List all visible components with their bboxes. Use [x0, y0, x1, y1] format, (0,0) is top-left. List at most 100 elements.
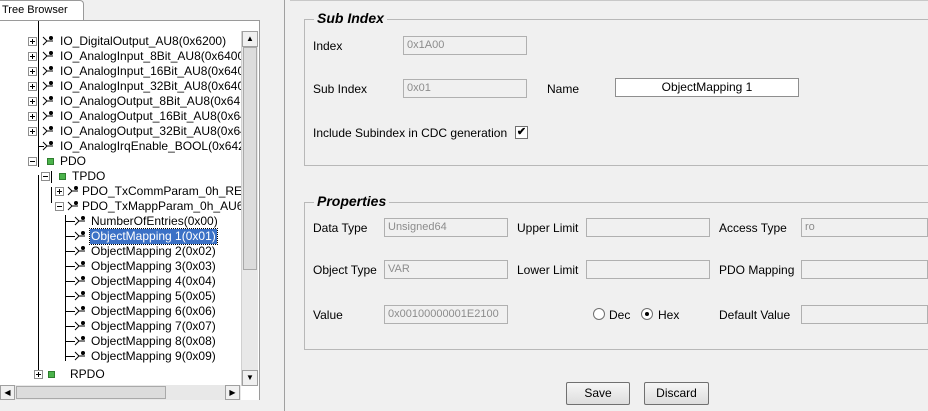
- tree-item-label: RPDO: [70, 367, 105, 381]
- tree-browser-tab[interactable]: Tree Browser: [0, 0, 84, 20]
- data-type-field: Unsigned64: [384, 218, 508, 237]
- object-node-icon: [42, 36, 53, 46]
- name-label: Name: [547, 82, 580, 96]
- tree-item-label: IO_AnalogInput_16Bit_AU8(0x6401: [60, 64, 251, 78]
- expand-icon[interactable]: [28, 97, 37, 106]
- object-node-icon: [67, 201, 78, 211]
- tree-line: [38, 175, 39, 375]
- object-editor-pane: Sub Index Index 0x1A00 Sub Index 0x01 Na…: [290, 0, 928, 411]
- upper-limit-label: Upper Limit: [517, 221, 579, 235]
- default-value-field: [801, 305, 928, 324]
- subindex-field: 0x01: [403, 79, 527, 98]
- scroll-right-icon[interactable]: ▶: [225, 385, 240, 400]
- tree-item-label: ObjectMapping 9(0x09): [91, 349, 216, 363]
- object-node-icon: [67, 186, 78, 196]
- upper-limit-field: [586, 218, 710, 237]
- lower-limit-field: [586, 260, 710, 279]
- value-label: Value: [313, 308, 343, 322]
- scrollbar-thumb[interactable]: [16, 386, 166, 399]
- include-cdc-label: Include Subindex in CDC generation: [313, 126, 508, 140]
- object-node-icon: [74, 231, 85, 241]
- subindex-label: Sub Index: [313, 82, 368, 96]
- sub-index-title: Sub Index: [314, 10, 387, 26]
- tree-line: [51, 187, 52, 203]
- tree-item-label: IO_AnalogInput_8Bit_AU8(0x6400): [60, 49, 249, 63]
- folder-icon: [59, 173, 66, 180]
- pdo-mapping-label: PDO Mapping: [719, 263, 795, 277]
- object-node-icon: [74, 306, 85, 316]
- tree-item-label: ObjectMapping 6(0x06): [91, 304, 216, 318]
- object-node-icon: [74, 291, 85, 301]
- scrollbar-thumb[interactable]: [243, 47, 257, 270]
- collapse-icon[interactable]: [55, 202, 64, 211]
- tree-item-label: IO_AnalogOutput_8Bit_AU8(0x641: [60, 94, 247, 108]
- tree-item-label: ObjectMapping 4(0x04): [91, 274, 216, 288]
- expand-icon[interactable]: [55, 187, 64, 196]
- expand-icon[interactable]: [28, 67, 37, 76]
- tree-vertical-scrollbar[interactable]: ▲ ▼: [241, 31, 258, 386]
- tree-browser-pane: Tree Browser IO_DigitalOutput_AU8(0x6200…: [0, 0, 284, 411]
- expand-icon[interactable]: [28, 82, 37, 91]
- data-type-label: Data Type: [313, 221, 368, 235]
- tree-item-label: IO_AnalogIrqEnable_BOOL(0x6423: [60, 139, 252, 153]
- object-node-icon: [74, 246, 85, 256]
- discard-button[interactable]: Discard: [644, 382, 709, 405]
- hex-radio[interactable]: [641, 308, 653, 320]
- folder-icon: [47, 158, 54, 165]
- scroll-up-icon[interactable]: ▲: [242, 31, 258, 47]
- tree-item-label: ObjectMapping 8(0x08): [91, 334, 216, 348]
- tree-item-label: PDO_TxCommParam_0h_REC: [82, 184, 251, 198]
- expand-icon[interactable]: [28, 52, 37, 61]
- object-node-icon: [74, 216, 85, 226]
- object-type-field: VAR: [384, 260, 508, 279]
- object-node-icon: [74, 351, 85, 361]
- pdo-mapping-field: [801, 260, 928, 279]
- tree-view[interactable]: IO_DigitalOutput_AU8(0x6200) IO_AnalogIn…: [0, 20, 260, 400]
- object-node-icon: [42, 66, 53, 76]
- include-cdc-checkbox[interactable]: ✔: [515, 126, 528, 139]
- tree-item-label: TPDO: [72, 169, 106, 183]
- tree-item-label: PDO_TxMappParam_0h_AU64: [82, 199, 251, 213]
- object-type-label: Object Type: [313, 263, 377, 277]
- tree-item-label: ObjectMapping 2(0x02): [91, 244, 216, 258]
- tree-item-label: ObjectMapping 1(0x01): [89, 228, 218, 245]
- object-node-icon: [74, 321, 85, 331]
- object-node-icon: [42, 81, 53, 91]
- tree-item-label: IO_DigitalOutput_AU8(0x6200): [60, 34, 227, 48]
- access-type-field: ro: [801, 218, 928, 237]
- object-node-icon: [42, 126, 53, 136]
- object-node-icon: [74, 276, 85, 286]
- scroll-down-icon[interactable]: ▼: [242, 370, 258, 386]
- dec-radio[interactable]: [593, 308, 605, 320]
- tree-item-label: PDO: [60, 154, 87, 168]
- name-field[interactable]: ObjectMapping 1: [615, 78, 799, 97]
- save-button[interactable]: Save: [566, 382, 630, 405]
- object-node-icon: [42, 141, 53, 151]
- value-field: 0x00100000001E2100: [384, 305, 508, 324]
- access-type-label: Access Type: [719, 221, 787, 235]
- object-node-icon: [74, 261, 85, 271]
- index-label: Index: [313, 39, 343, 53]
- dec-label: Dec: [609, 308, 631, 322]
- expand-icon[interactable]: [28, 112, 37, 121]
- default-value-label: Default Value: [719, 308, 791, 322]
- object-node-icon: [42, 96, 53, 106]
- collapse-icon[interactable]: [41, 172, 50, 181]
- expand-icon[interactable]: [28, 37, 37, 46]
- lower-limit-label: Lower Limit: [517, 263, 579, 277]
- tree-horizontal-scrollbar[interactable]: ◀ ▶: [0, 385, 241, 400]
- object-node-icon: [74, 336, 85, 346]
- expand-icon[interactable]: [34, 370, 43, 379]
- tree-item-label: ObjectMapping 5(0x05): [91, 289, 216, 303]
- object-node-icon: [42, 111, 53, 121]
- tree-item-label: IO_AnalogOutput_16Bit_AU8(0x64: [60, 109, 247, 123]
- expand-icon[interactable]: [28, 127, 37, 136]
- tree-item-label: ObjectMapping 3(0x03): [91, 259, 216, 273]
- scroll-left-icon[interactable]: ◀: [0, 385, 15, 400]
- tree-item-label: ObjectMapping 7(0x07): [91, 319, 216, 333]
- hex-label: Hex: [658, 308, 680, 322]
- tree-item-label: NumberOfEntries(0x00): [91, 214, 218, 228]
- tree-item-label: IO_AnalogInput_32Bit_AU8(0x6402: [60, 79, 251, 93]
- object-node-icon: [42, 51, 53, 61]
- collapse-icon[interactable]: [28, 157, 37, 166]
